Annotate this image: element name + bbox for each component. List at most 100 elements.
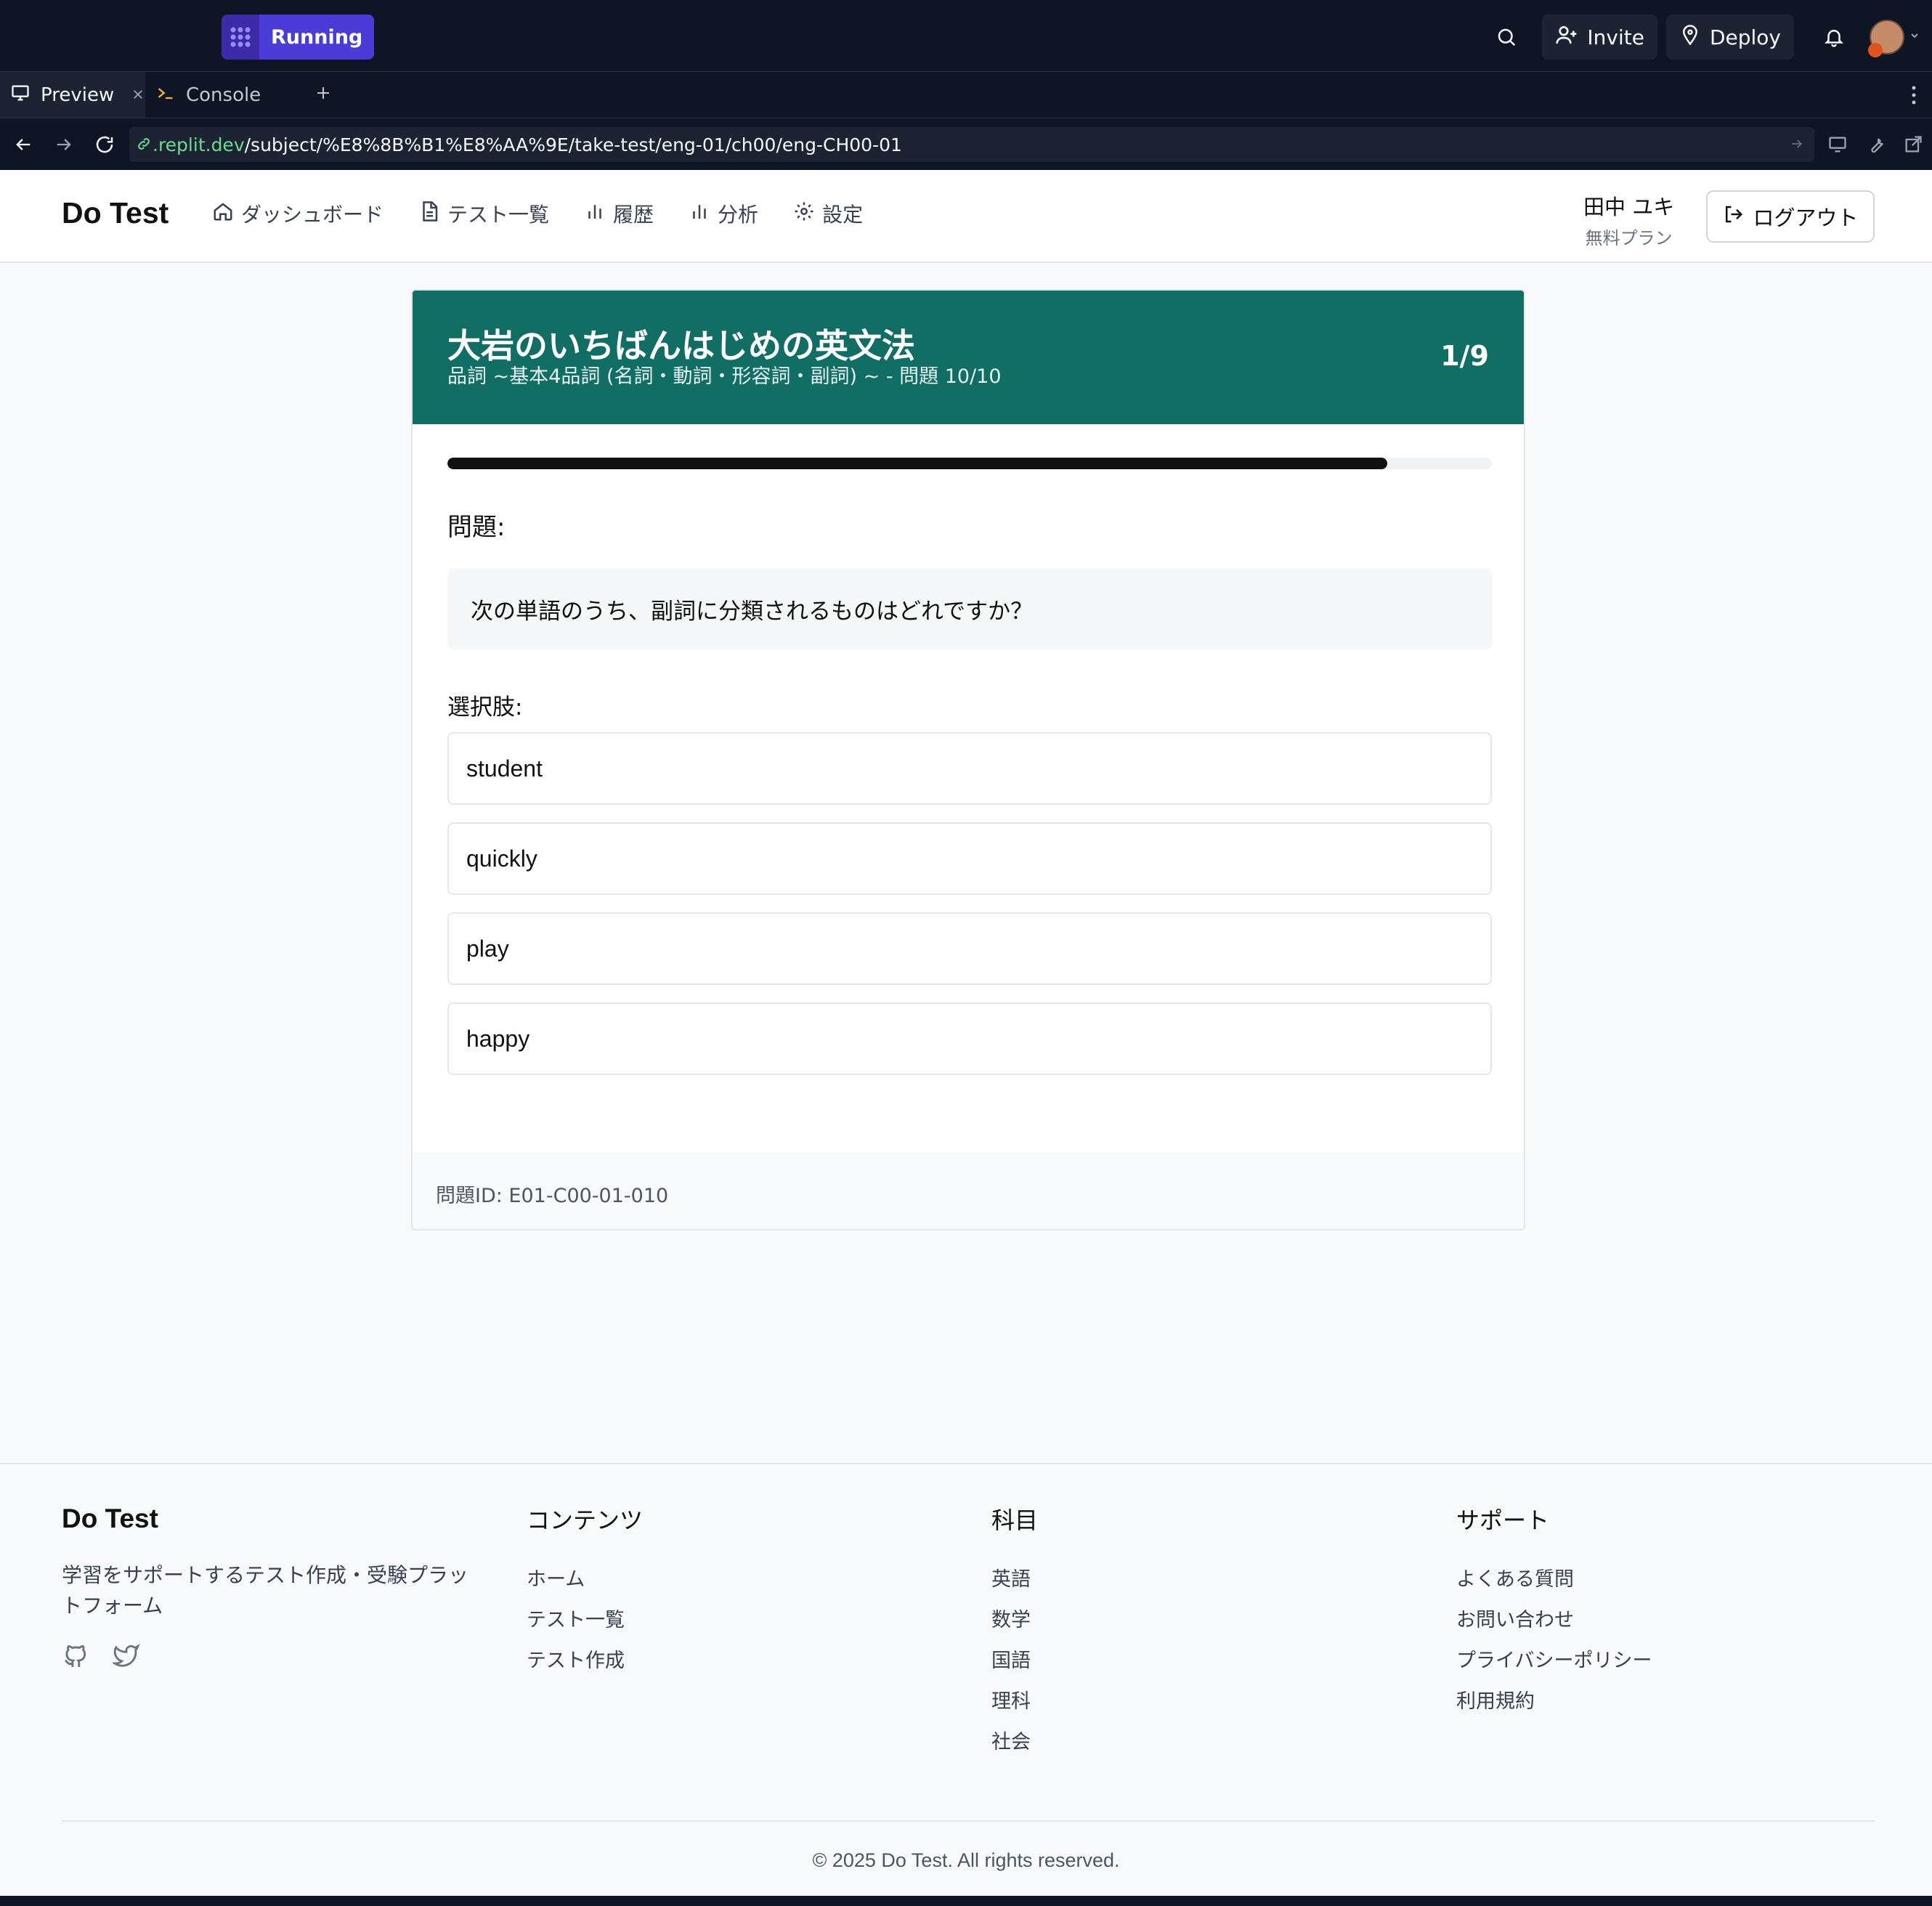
run-status-label: Running [259, 15, 375, 60]
app-header: Do Test ダッシュボード テスト一覧 履歴 分析 設定 田中 ユキ 無料プ… [0, 170, 1932, 263]
replit-logo-icon [222, 15, 259, 60]
url-path: /subject/%E8%8B%B1%E8%AA%9E/take-test/en… [244, 134, 902, 155]
gear-icon [793, 200, 815, 227]
question-card: 大岩のいちばんはじめの英文法 品詞 ~基本4品詞 (名詞・動詞・形容詞・副詞) … [411, 289, 1525, 1230]
bar-chart-icon [584, 200, 606, 227]
site-footer: Do Test 学習をサポートするテスト作成・受験プラットフォーム コンテンツ … [0, 1463, 1932, 1896]
question-counter: 1/9 [1440, 340, 1489, 372]
new-tab-button[interactable] [305, 72, 341, 118]
footer-brand: Do Test [62, 1504, 158, 1533]
footer-link[interactable]: お問い合わせ [1456, 1604, 1652, 1645]
home-icon [212, 200, 234, 227]
nav-item-label: 分析 [718, 203, 759, 227]
footer-description: 学習をサポートするテスト作成・受験プラットフォーム [62, 1563, 469, 1618]
github-icon[interactable] [62, 1642, 89, 1672]
footer-link[interactable]: よくある質問 [1456, 1563, 1652, 1604]
more-options-icon[interactable] [1903, 72, 1925, 118]
deploy-icon [1679, 24, 1701, 51]
url-field[interactable]: .replit.dev/subject/%E8%8B%B1%E8%AA%9E/t… [129, 127, 1814, 162]
back-arrow-icon[interactable] [9, 130, 38, 159]
run-status-button[interactable]: Running [222, 15, 375, 60]
wrench-icon[interactable] [1862, 130, 1891, 159]
invite-label: Invite [1587, 25, 1644, 49]
question-id: 問題ID: E01-C00-01-010 [436, 1185, 669, 1207]
plus-icon [314, 84, 332, 107]
footer-link[interactable]: テスト一覧 [527, 1604, 643, 1645]
choices-label: 選択肢: [447, 694, 523, 721]
invite-button[interactable]: Invite [1542, 15, 1657, 60]
search-icon[interactable] [1484, 15, 1529, 60]
workspace-tabbar: Preview Console [0, 71, 1932, 118]
footer-column-title: コンテンツ [527, 1506, 644, 1534]
footer-link[interactable]: テスト作成 [527, 1645, 643, 1685]
nav-item-history[interactable]: 履歴 [584, 199, 654, 228]
bar-chart-icon [689, 200, 710, 227]
main-nav: ダッシュボード テスト一覧 履歴 分析 設定 [212, 199, 863, 228]
monitor-icon [10, 83, 31, 108]
reload-icon[interactable] [90, 130, 119, 159]
terminal-icon [155, 83, 176, 108]
avatar [1868, 20, 1904, 57]
nav-item-label: テスト一覧 [447, 203, 550, 227]
footer-link[interactable]: プライバシーポリシー [1456, 1645, 1652, 1685]
footer-link[interactable]: 国語 [991, 1645, 1038, 1685]
user-info: 田中 ユキ 無料プラン [1583, 190, 1674, 249]
tab-preview-label: Preview [41, 84, 115, 106]
progress-fill [447, 458, 1388, 469]
choice-option[interactable]: happy [447, 1002, 1492, 1075]
link-icon [137, 134, 151, 155]
logout-icon [1722, 203, 1744, 230]
nav-item-label: 設定 [822, 203, 864, 227]
question-label: 問題: [447, 513, 506, 542]
logout-button[interactable]: ログアウト [1706, 190, 1875, 243]
social-links [62, 1642, 140, 1672]
device-icon[interactable] [1823, 130, 1852, 159]
footer-link[interactable]: 社会 [991, 1726, 1038, 1767]
deploy-label: Deploy [1709, 25, 1781, 49]
nav-item-settings[interactable]: 設定 [793, 199, 863, 228]
deploy-button[interactable]: Deploy [1665, 15, 1794, 60]
tab-console[interactable]: Console [155, 72, 293, 118]
user-plan: 無料プラン [1585, 228, 1673, 248]
choice-option[interactable]: play [447, 912, 1492, 985]
go-arrow-icon[interactable] [1790, 134, 1804, 155]
nav-item-analysis[interactable]: 分析 [689, 199, 758, 228]
progress-bar [447, 458, 1492, 469]
bell-icon[interactable] [1811, 15, 1856, 60]
footer-link[interactable]: 英語 [991, 1563, 1038, 1604]
add-user-icon [1555, 23, 1578, 52]
twitter-icon[interactable] [111, 1642, 140, 1672]
footer-divider [62, 1820, 1875, 1822]
footer-column-subjects: 科目 英語 数学 国語 理科 社会 [991, 1502, 1038, 1767]
footer-link[interactable]: 数学 [991, 1604, 1038, 1645]
brand-logo[interactable]: Do Test [62, 196, 169, 230]
account-menu[interactable] [1868, 20, 1920, 57]
user-name: 田中 ユキ [1583, 195, 1675, 219]
footer-link[interactable]: ホーム [527, 1563, 643, 1604]
choice-option[interactable]: student [447, 732, 1492, 805]
test-subtitle: 品詞 ~基本4品詞 (名詞・動詞・形容詞・副詞) ~ - 問題 10/10 [447, 365, 1002, 388]
question-card-footer: 問題ID: E01-C00-01-010 [413, 1152, 1524, 1229]
footer-column-support: サポート よくある質問 お問い合わせ プライバシーポリシー 利用規約 [1456, 1502, 1652, 1726]
question-text: 次の単語のうち、副詞に分類されるものはどれですか？ [447, 568, 1492, 649]
footer-column-title: サポート [1456, 1506, 1550, 1534]
footer-column-contents: コンテンツ ホーム テスト一覧 テスト作成 [527, 1502, 643, 1685]
forward-arrow-icon[interactable] [49, 130, 78, 159]
external-link-icon[interactable] [1899, 130, 1928, 159]
nav-item-test-list[interactable]: テスト一覧 [418, 199, 549, 228]
nav-item-dashboard[interactable]: ダッシュボード [212, 199, 383, 228]
url-host: .replit.dev [153, 134, 245, 155]
bottom-strip [0, 1896, 1932, 1906]
choice-option[interactable]: quickly [447, 822, 1492, 895]
copyright: © 2025 Do Test. All rights reserved. [812, 1849, 1120, 1871]
footer-link[interactable]: 利用規約 [1456, 1685, 1652, 1726]
document-icon [418, 200, 440, 227]
footer-link[interactable]: 理科 [991, 1685, 1038, 1726]
tab-console-label: Console [186, 84, 261, 106]
question-card-header: 大岩のいちばんはじめの英文法 品詞 ~基本4品詞 (名詞・動詞・形容詞・副詞) … [413, 291, 1524, 424]
chevron-down-icon [1909, 30, 1920, 44]
logout-label: ログアウト [1753, 206, 1859, 230]
address-bar: .replit.dev/subject/%E8%8B%B1%E8%AA%9E/t… [0, 118, 1932, 170]
tab-preview[interactable]: Preview [0, 72, 145, 118]
close-icon[interactable] [131, 84, 145, 106]
